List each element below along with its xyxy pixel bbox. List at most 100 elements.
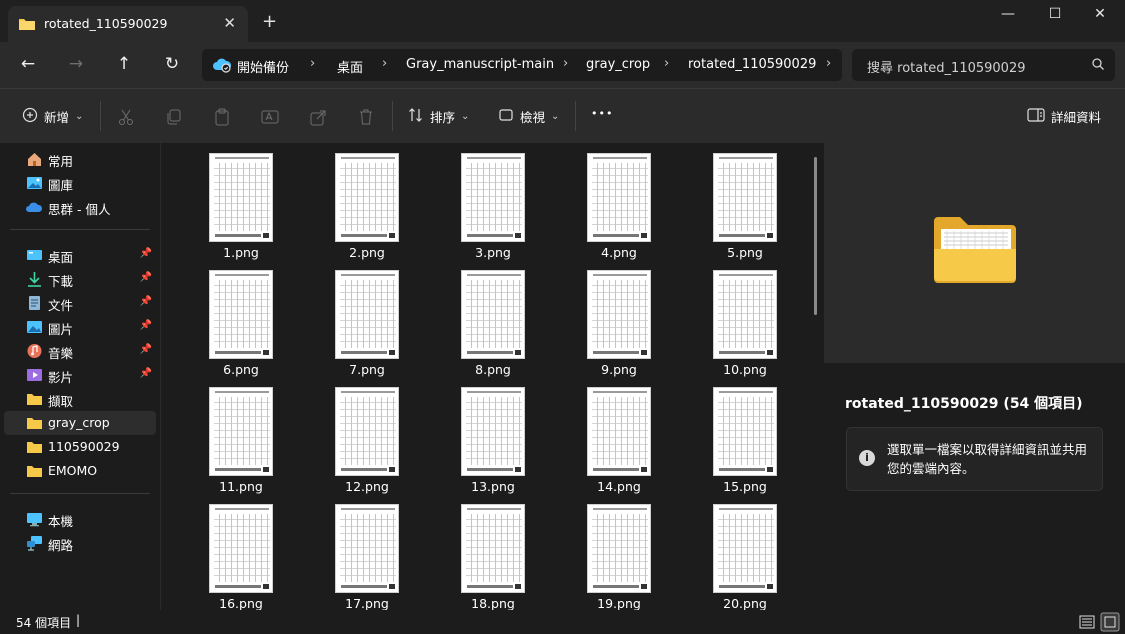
file-item[interactable]: 2.png	[317, 143, 417, 260]
file-thumbnail	[587, 270, 651, 359]
forward-button[interactable]: →	[64, 54, 88, 76]
file-name: 10.png	[723, 362, 767, 377]
file-item[interactable]: 1.png	[191, 143, 291, 260]
share-icon[interactable]	[308, 107, 328, 127]
sidebar-item-music[interactable]: 音樂 📌	[4, 339, 156, 363]
breadcrumb-separator[interactable]: ›	[310, 56, 315, 71]
cut-icon[interactable]	[116, 107, 136, 127]
file-item[interactable]: 17.png	[317, 494, 417, 610]
sidebar-item-label: 桌面	[48, 250, 74, 265]
file-item[interactable]: 3.png	[443, 143, 543, 260]
file-name: 5.png	[727, 245, 763, 260]
new-tab-button[interactable]: +	[262, 11, 277, 32]
sidebar-item-label: 文件	[48, 298, 74, 313]
music-icon	[26, 343, 43, 359]
file-item[interactable]: 16.png	[191, 494, 291, 610]
breadcrumb-item[interactable]: gray_crop	[586, 57, 650, 72]
toolbar-divider	[100, 101, 101, 131]
search-input[interactable]: 搜尋 rotated_110590029	[867, 57, 1026, 76]
file-thumbnail	[587, 504, 651, 593]
pictures-icon	[26, 319, 43, 335]
file-name: 13.png	[471, 479, 515, 494]
pin-icon[interactable]: 📌	[140, 296, 152, 307]
file-item[interactable]: 5.png	[695, 143, 795, 260]
folder-preview-icon	[932, 215, 1018, 288]
view-button[interactable]: 檢視 ⌄	[498, 107, 559, 126]
close-tab-icon[interactable]: ✕	[223, 14, 236, 32]
breadcrumb-item[interactable]: rotated_110590029	[688, 57, 816, 72]
file-item[interactable]: 15.png	[695, 377, 795, 494]
file-item[interactable]: 10.png	[695, 260, 795, 377]
details-pane-button[interactable]: 詳細資料	[1027, 107, 1101, 126]
sidebar-item-desktop[interactable]: 桌面 📌	[4, 243, 156, 267]
sidebar-item-folder[interactable]: 擷取	[4, 387, 156, 411]
address-bar[interactable]: 開始備份 › 桌面 › Gray_manuscript-main › gray_…	[202, 49, 842, 81]
refresh-button[interactable]: ↻	[160, 54, 184, 76]
details-view-icon[interactable]	[1077, 612, 1097, 632]
copy-icon[interactable]	[164, 107, 184, 127]
file-item[interactable]: 9.png	[569, 260, 669, 377]
file-item[interactable]: 18.png	[443, 494, 543, 610]
back-button[interactable]: ←	[16, 54, 40, 76]
close-window-button[interactable]: ✕	[1080, 6, 1120, 26]
sidebar-item-pictures[interactable]: 圖片 📌	[4, 315, 156, 339]
onedrive-cloud-icon	[26, 199, 43, 215]
search-box[interactable]: 搜尋 rotated_110590029	[852, 49, 1115, 81]
sidebar-divider	[10, 493, 150, 494]
sidebar-item-onedrive[interactable]: 思群 - 個人	[4, 195, 156, 219]
rename-icon[interactable]	[260, 107, 280, 127]
breadcrumb-item[interactable]: 桌面	[337, 57, 363, 76]
minimize-button[interactable]: —	[988, 6, 1028, 26]
breadcrumb-separator[interactable]: ›	[563, 56, 568, 71]
window-tab[interactable]: rotated_110590029 ✕	[8, 6, 248, 42]
file-thumbnail	[587, 153, 651, 242]
sidebar-item-gallery[interactable]: 圖庫	[4, 171, 156, 195]
breadcrumb-separator[interactable]: ›	[664, 56, 669, 71]
pin-icon[interactable]: 📌	[140, 368, 152, 379]
sidebar-item-folder[interactable]: EMOMO	[4, 459, 156, 483]
sidebar-item-folder[interactable]: gray_crop	[4, 411, 156, 435]
delete-icon[interactable]	[356, 107, 376, 127]
maximize-button[interactable]: ☐	[1035, 6, 1075, 26]
vertical-scrollbar[interactable]	[814, 157, 817, 315]
gallery-icon	[26, 175, 43, 191]
pin-icon[interactable]: 📌	[140, 320, 152, 331]
file-item[interactable]: 7.png	[317, 260, 417, 377]
more-options-button[interactable]: •••	[591, 107, 613, 120]
sidebar-item-downloads[interactable]: 下載 📌	[4, 267, 156, 291]
file-item[interactable]: 14.png	[569, 377, 669, 494]
sidebar-item-documents[interactable]: 文件 📌	[4, 291, 156, 315]
sidebar-item-network[interactable]: 網路	[4, 531, 156, 555]
breadcrumb-item[interactable]: Gray_manuscript-main	[406, 57, 554, 72]
sidebar-item-label: 常用	[48, 154, 74, 169]
pin-icon[interactable]: 📌	[140, 248, 152, 259]
sidebar-item-label: 思群 - 個人	[48, 202, 111, 217]
breadcrumb-separator[interactable]: ›	[382, 56, 387, 71]
folder-icon	[26, 439, 43, 455]
file-name: 20.png	[723, 596, 767, 610]
file-item[interactable]: 12.png	[317, 377, 417, 494]
pin-icon[interactable]: 📌	[140, 344, 152, 355]
file-item[interactable]: 20.png	[695, 494, 795, 610]
sidebar-item-this-pc[interactable]: 本機	[4, 507, 156, 531]
file-item[interactable]: 4.png	[569, 143, 669, 260]
sidebar-item-folder[interactable]: 110590029	[4, 435, 156, 459]
file-item[interactable]: 19.png	[569, 494, 669, 610]
file-item[interactable]: 6.png	[191, 260, 291, 377]
sort-button[interactable]: 排序 ⌄	[408, 107, 469, 126]
sidebar-item-videos[interactable]: 影片 📌	[4, 363, 156, 387]
breadcrumb-separator[interactable]: ›	[826, 56, 831, 71]
breadcrumb-item[interactable]: 開始備份	[237, 57, 289, 76]
details-label: 詳細資料	[1051, 110, 1102, 125]
thumbnail-view-icon[interactable]	[1100, 612, 1120, 632]
file-item[interactable]: 13.png	[443, 377, 543, 494]
file-item[interactable]: 8.png	[443, 260, 543, 377]
paste-icon[interactable]	[212, 107, 232, 127]
file-item[interactable]: 11.png	[191, 377, 291, 494]
desktop-icon	[26, 247, 43, 263]
file-grid[interactable]: 1.png 2.png 3.png 4.png 5.png 6.png 7.png 8.png…	[160, 143, 824, 610]
sidebar-item-home[interactable]: 常用	[4, 147, 156, 171]
up-button[interactable]: ↑	[112, 54, 136, 76]
new-button[interactable]: 新增 ⌄	[22, 107, 83, 126]
pin-icon[interactable]: 📌	[140, 272, 152, 283]
